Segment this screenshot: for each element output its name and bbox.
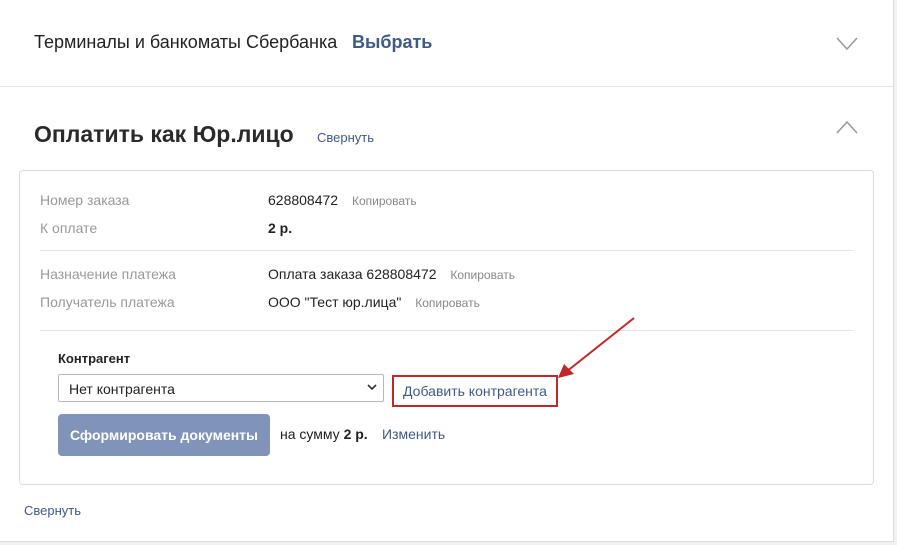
page: Терминалы и банкоматы Сбербанка Выбрать … — [0, 0, 897, 545]
pay-section-title: Оплатить как Юр.лицо — [34, 121, 294, 147]
purpose-value: Оплата заказа 628808472 — [268, 266, 437, 282]
change-sum-link[interactable]: Изменить — [382, 426, 445, 442]
copy-purpose-button[interactable]: Копировать — [450, 268, 515, 282]
order-number-value-wrap: 628808472 Копировать — [268, 192, 417, 208]
terminals-section: Терминалы и банкоматы Сбербанка Выбрать — [0, 0, 893, 87]
add-counterparty-label: Добавить контрагента — [403, 383, 547, 399]
order-number-label: Номер заказа — [40, 192, 130, 208]
to-pay-value-wrap: 2 р. — [268, 220, 292, 236]
annotation-arrow-icon — [558, 317, 635, 378]
counterparty-select[interactable]: Нет контрагента — [58, 374, 384, 402]
choose-terminal-link[interactable]: Выбрать — [352, 32, 432, 53]
payment-details-box: Номер заказа 628808472 Копировать К опла… — [19, 170, 874, 485]
recipient-label: Получатель платежа — [40, 294, 175, 310]
add-counterparty-link[interactable]: Добавить контрагента — [392, 375, 558, 407]
recipient-value: ООО "Тест юр.лица" — [268, 294, 402, 310]
order-number-value: 628808472 — [268, 192, 339, 208]
chevron-down-icon — [367, 384, 377, 391]
divider — [40, 250, 853, 251]
pay-collapse-link[interactable]: Свернуть — [317, 130, 374, 145]
sum-prefix: на сумму — [280, 426, 340, 442]
divider — [40, 330, 853, 331]
form-documents-button[interactable]: Сформировать документы — [58, 414, 270, 456]
sum-value: 2 р. — [343, 426, 368, 442]
recipient-value-wrap: ООО "Тест юр.лица" Копировать — [268, 294, 480, 310]
chevron-down-icon[interactable] — [836, 37, 858, 51]
purpose-value-wrap: Оплата заказа 628808472 Копировать — [268, 266, 515, 282]
to-pay-label: К оплате — [40, 220, 98, 236]
terminals-title: Терминалы и банкоматы Сбербанка — [34, 32, 338, 52]
purpose-label: Назначение платежа — [40, 266, 176, 282]
counterparty-label: Контрагент — [58, 351, 131, 366]
copy-recipient-button[interactable]: Копировать — [415, 296, 480, 310]
bottom-collapse-link[interactable]: Свернуть — [24, 503, 81, 518]
sum-text: на сумму 2 р. — [280, 426, 368, 442]
chevron-up-icon[interactable] — [836, 120, 858, 134]
counterparty-selected-value: Нет контрагента — [69, 381, 175, 397]
copy-order-number-button[interactable]: Копировать — [352, 194, 417, 208]
payment-card: Терминалы и банкоматы Сбербанка Выбрать … — [0, 0, 894, 542]
to-pay-value: 2 р. — [268, 220, 293, 236]
